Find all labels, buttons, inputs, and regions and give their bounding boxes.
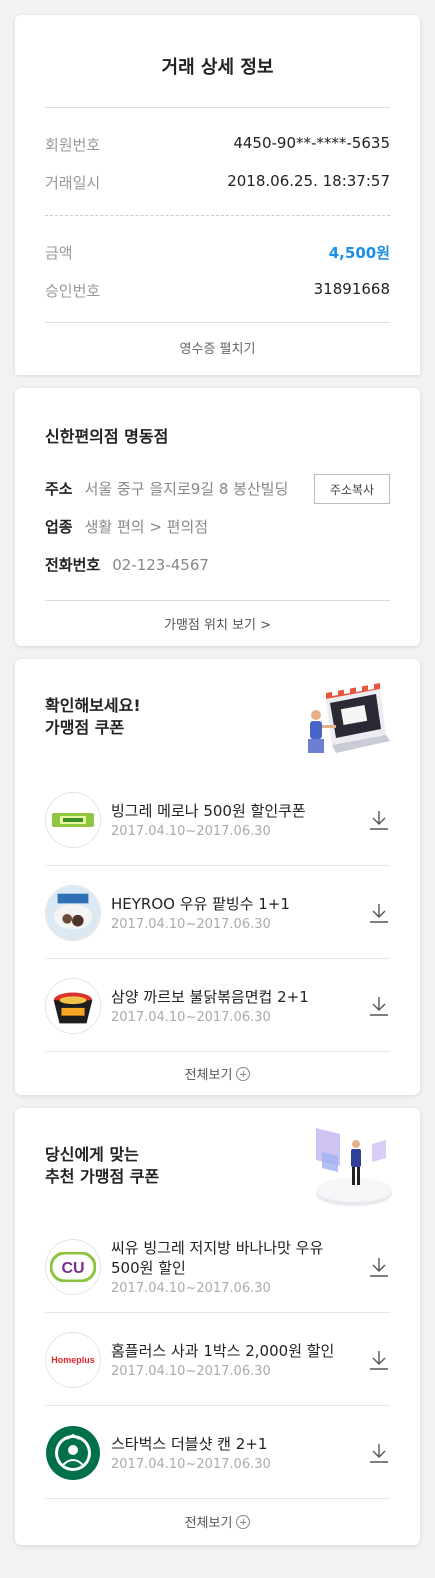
transaction-datetime-value: 2018.06.25. 18:37:57 xyxy=(227,172,390,190)
coupon-item[interactable]: Homeplus 홈플러스 사과 1박스 2,000원 할인 2017.04.1… xyxy=(45,1313,390,1406)
page-title: 거래 상세 정보 xyxy=(161,57,274,78)
coupon-date: 2017.04.10~2017.06.30 xyxy=(111,1363,271,1379)
coupon-date: 2017.04.10~2017.06.30 xyxy=(111,1009,271,1025)
coupons-heading-line2: 가맹점 쿠폰 xyxy=(45,718,125,737)
store-name: 신한편의점 명동점 xyxy=(45,427,169,446)
coupon-text: HEYROO 우유 팥빙수 1+1 2017.04.10~2017.06.30 xyxy=(111,894,350,932)
download-icon[interactable] xyxy=(368,1442,390,1464)
coupon-date: 2017.04.10~2017.06.30 xyxy=(111,916,271,932)
coupons-heading: 확인해보세요! 가맹점 쿠폰 xyxy=(45,695,141,739)
category-row: 업종 생활 편의 > 편의점 xyxy=(45,516,208,537)
download-icon[interactable] xyxy=(368,902,390,924)
approval-number-label: 승인번호 xyxy=(45,282,101,300)
plus-circle-icon xyxy=(236,1067,251,1081)
coupons-heading-line1: 확인해보세요! xyxy=(45,696,141,715)
amount-label: 금액 xyxy=(45,244,73,262)
store-shopping-illustration xyxy=(308,683,390,753)
reco-heading-line1: 당신에게 맞는 xyxy=(45,1145,139,1164)
reco-heading: 당신에게 맞는 추천 가맹점 쿠폰 xyxy=(45,1144,159,1188)
coupon-text: 빙그레 메로나 500원 할인쿠폰 2017.04.10~2017.06.30 xyxy=(111,801,350,839)
coupon-text: 홈플러스 사과 1박스 2,000원 할인 2017.04.10~2017.06… xyxy=(111,1341,350,1379)
coupon-title: HEYROO 우유 팥빙수 1+1 xyxy=(111,894,290,913)
recommendation-illustration xyxy=(316,1128,392,1206)
melona-icon xyxy=(45,791,101,848)
category-value: 생활 편의 > 편의점 xyxy=(84,518,209,536)
dashed-divider xyxy=(45,215,390,216)
store-location-link[interactable]: 가맹점 위치 보기 > xyxy=(15,614,420,633)
svg-text:CU: CU xyxy=(61,1260,84,1277)
download-icon[interactable] xyxy=(368,995,390,1017)
view-all-label: 전체보기 xyxy=(184,1068,233,1083)
coupon-item[interactable]: 삼양 까르보 불닭볶음면컵 2+1 2017.04.10~2017.06.30 xyxy=(45,959,390,1052)
member-number-label: 회원번호 xyxy=(45,136,101,154)
coupon-text: 스타벅스 더블샷 캔 2+1 2017.04.10~2017.06.30 xyxy=(111,1434,350,1472)
address-value: 서울 중구 을지로9길 8 봉산빌딩 xyxy=(84,480,289,498)
view-all-reco-button[interactable]: 전체보기 xyxy=(15,1512,420,1531)
coupon-item[interactable]: 스타벅스 더블샷 캔 2+1 2017.04.10~2017.06.30 xyxy=(45,1406,390,1499)
cu-logo-icon: CU xyxy=(45,1238,101,1295)
category-label: 업종 xyxy=(45,518,73,536)
coupon-title: 삼양 까르보 불닭볶음면컵 2+1 xyxy=(111,987,309,1006)
download-icon[interactable] xyxy=(368,1256,390,1278)
address-row: 주소 서울 중구 을지로9길 8 봉산빌딩 xyxy=(45,478,288,499)
store-info-card: 신한편의점 명동점 주소 서울 중구 을지로9길 8 봉산빌딩 주소복사 업종 … xyxy=(15,388,420,646)
transaction-detail-card: 거래 상세 정보 회원번호 4450-90**-****-5635 거래일시 2… xyxy=(15,15,420,381)
coupon-text: 삼양 까르보 불닭볶음면컵 2+1 2017.04.10~2017.06.30 xyxy=(111,987,350,1025)
coupon-item[interactable]: 빙그레 메로나 500원 할인쿠폰 2017.04.10~2017.06.30 xyxy=(45,773,390,866)
bingsu-icon xyxy=(45,884,101,941)
reco-heading-line2: 추천 가맹점 쿠폰 xyxy=(45,1167,160,1186)
coupon-text: 씨유 빙그레 저지방 바나나맛 우유 500원 할인 2017.04.10~20… xyxy=(111,1238,350,1296)
view-all-label: 전체보기 xyxy=(184,1516,233,1531)
copy-address-button[interactable]: 주소복사 xyxy=(314,474,390,504)
divider xyxy=(45,600,390,601)
noodle-cup-icon xyxy=(45,977,101,1034)
address-label: 주소 xyxy=(45,480,73,498)
member-number-value: 4450-90**-****-5635 xyxy=(233,134,390,152)
merchant-coupons-card: 확인해보세요! 가맹점 쿠폰 빙그레 메로나 500원 할인쿠폰 2017.04… xyxy=(15,659,420,1095)
phone-label: 전화번호 xyxy=(45,556,101,574)
coupon-item[interactable]: HEYROO 우유 팥빙수 1+1 2017.04.10~2017.06.30 xyxy=(45,866,390,959)
coupon-item[interactable]: CU 씨유 빙그레 저지방 바나나맛 우유 500원 할인 2017.04.10… xyxy=(45,1220,390,1313)
phone-row: 전화번호 02-123-4567 xyxy=(45,554,209,575)
amount-value: 4,500원 xyxy=(328,244,390,262)
coupon-title: 스타벅스 더블샷 캔 2+1 xyxy=(111,1434,268,1453)
divider xyxy=(45,1498,390,1499)
download-icon[interactable] xyxy=(368,809,390,831)
coupon-title-line1: 씨유 빙그레 저지방 바나나맛 우유 xyxy=(111,1238,324,1257)
receipt-expand-button[interactable]: 영수증 펼치기 xyxy=(15,338,420,357)
coupon-date: 2017.04.10~2017.06.30 xyxy=(111,1280,271,1296)
coupon-title: 빙그레 메로나 500원 할인쿠폰 xyxy=(111,801,306,820)
starbucks-logo-icon xyxy=(45,1424,101,1481)
view-all-coupons-button[interactable]: 전체보기 xyxy=(15,1064,420,1083)
homeplus-logo-icon: Homeplus xyxy=(45,1331,101,1388)
divider xyxy=(45,322,390,323)
coupon-title: 씨유 빙그레 저지방 바나나맛 우유 500원 할인 xyxy=(111,1238,350,1278)
plus-circle-icon xyxy=(236,1515,251,1529)
divider xyxy=(45,107,390,108)
divider xyxy=(45,1051,390,1052)
coupon-date: 2017.04.10~2017.06.30 xyxy=(111,1456,271,1472)
coupon-title-line2: 500원 할인 xyxy=(111,1258,186,1277)
download-icon[interactable] xyxy=(368,1349,390,1371)
recommended-coupons-card: 당신에게 맞는 추천 가맹점 쿠폰 CU 씨유 빙그레 저지방 바나나맛 우유 … xyxy=(15,1108,420,1545)
approval-number-value: 31891668 xyxy=(313,280,390,298)
transaction-datetime-label: 거래일시 xyxy=(45,174,101,192)
coupon-title: 홈플러스 사과 1박스 2,000원 할인 xyxy=(111,1341,335,1360)
phone-value[interactable]: 02-123-4567 xyxy=(112,556,209,574)
receipt-edge xyxy=(15,373,420,381)
coupon-date: 2017.04.10~2017.06.30 xyxy=(111,823,271,839)
